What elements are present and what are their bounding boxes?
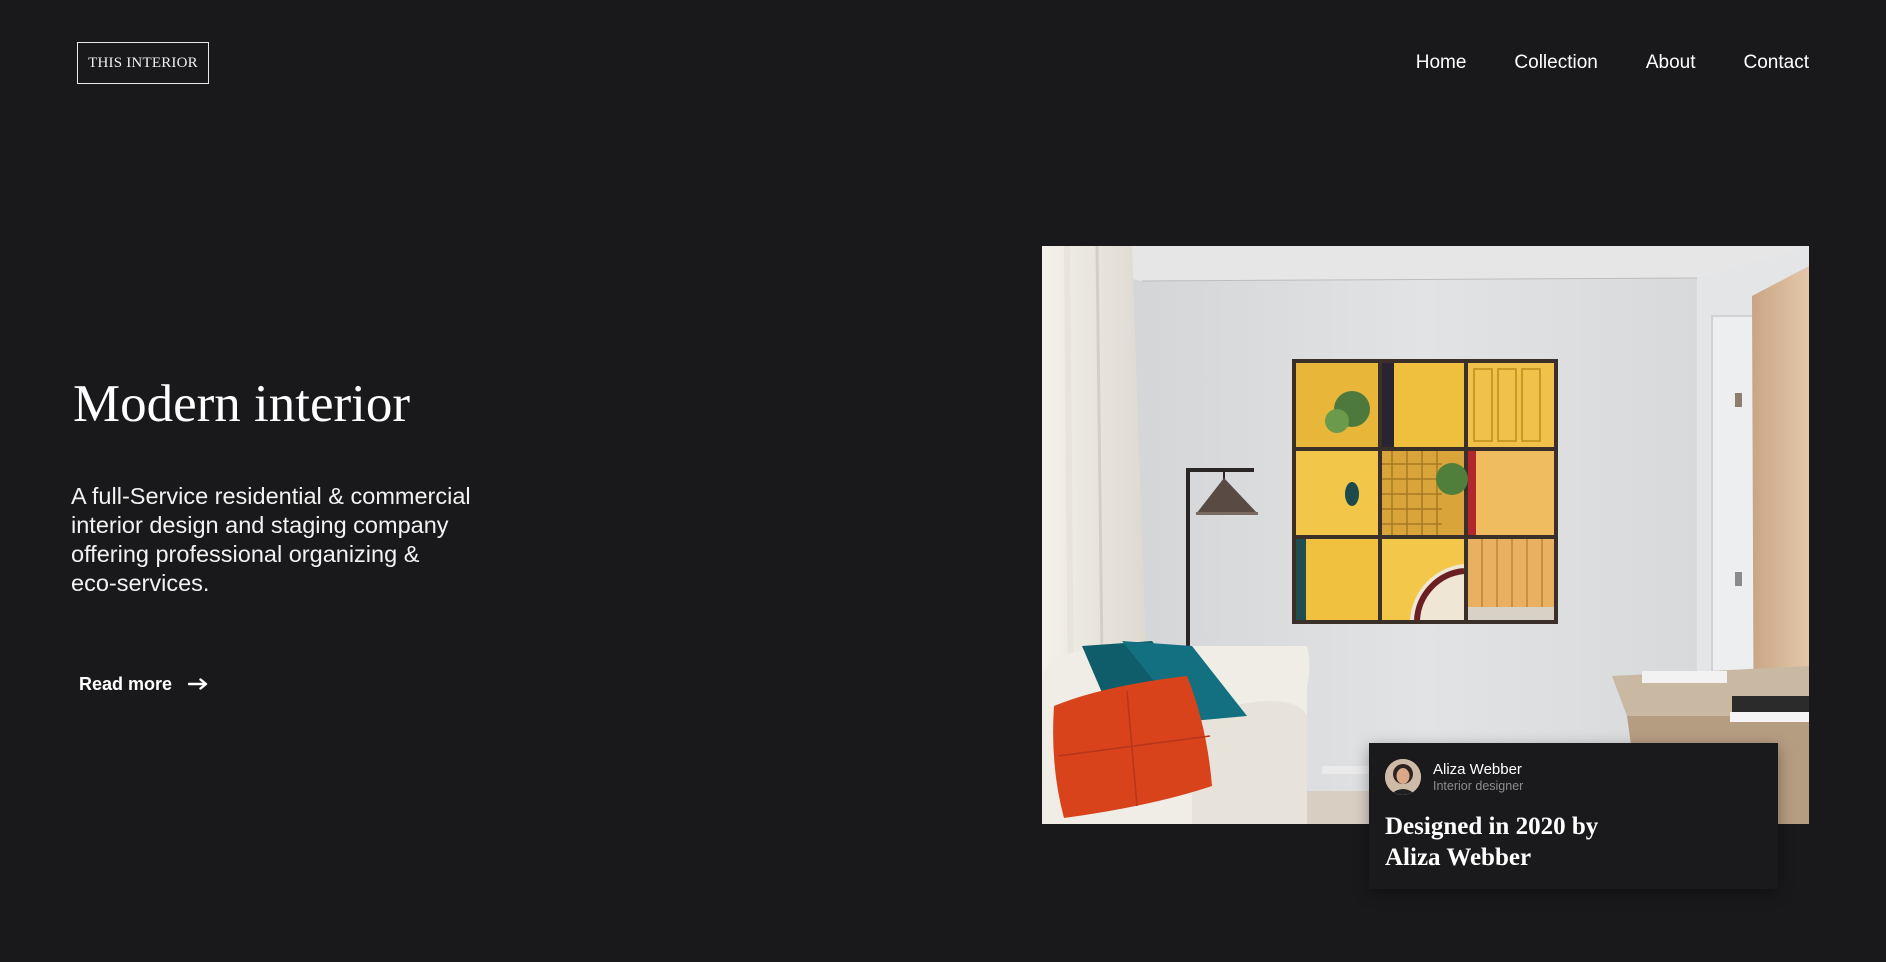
nav-contact-link[interactable]: Contact [1744,50,1809,76]
nav-home-link[interactable]: Home [1416,50,1467,76]
living-room-photo [1042,246,1809,824]
hero-title: Modern interior [73,375,411,433]
designer-role: Interior designer [1433,778,1524,793]
designer-info: Aliza Webber Interior designer [1385,759,1762,795]
read-more-label: Read more [79,674,173,694]
nav-about-link[interactable]: About [1646,50,1696,76]
designer-avatar [1385,759,1421,795]
nav-collection-link[interactable]: Collection [1514,50,1597,76]
arrow-right-icon [187,674,208,695]
designer-name: Aliza Webber [1433,760,1522,778]
hero-description: A full-Service residential & commercial … [71,483,471,596]
main-nav: Home Collection About Contact [1416,50,1809,76]
site-logo[interactable]: THIS INTERIOR [77,42,209,84]
design-caption: Designed in 2020 by Aliza Webber [1385,813,1599,871]
read-more-button[interactable]: Read more [79,674,208,695]
designer-card[interactable]: Aliza Webber Interior designer Designed … [1369,743,1778,889]
